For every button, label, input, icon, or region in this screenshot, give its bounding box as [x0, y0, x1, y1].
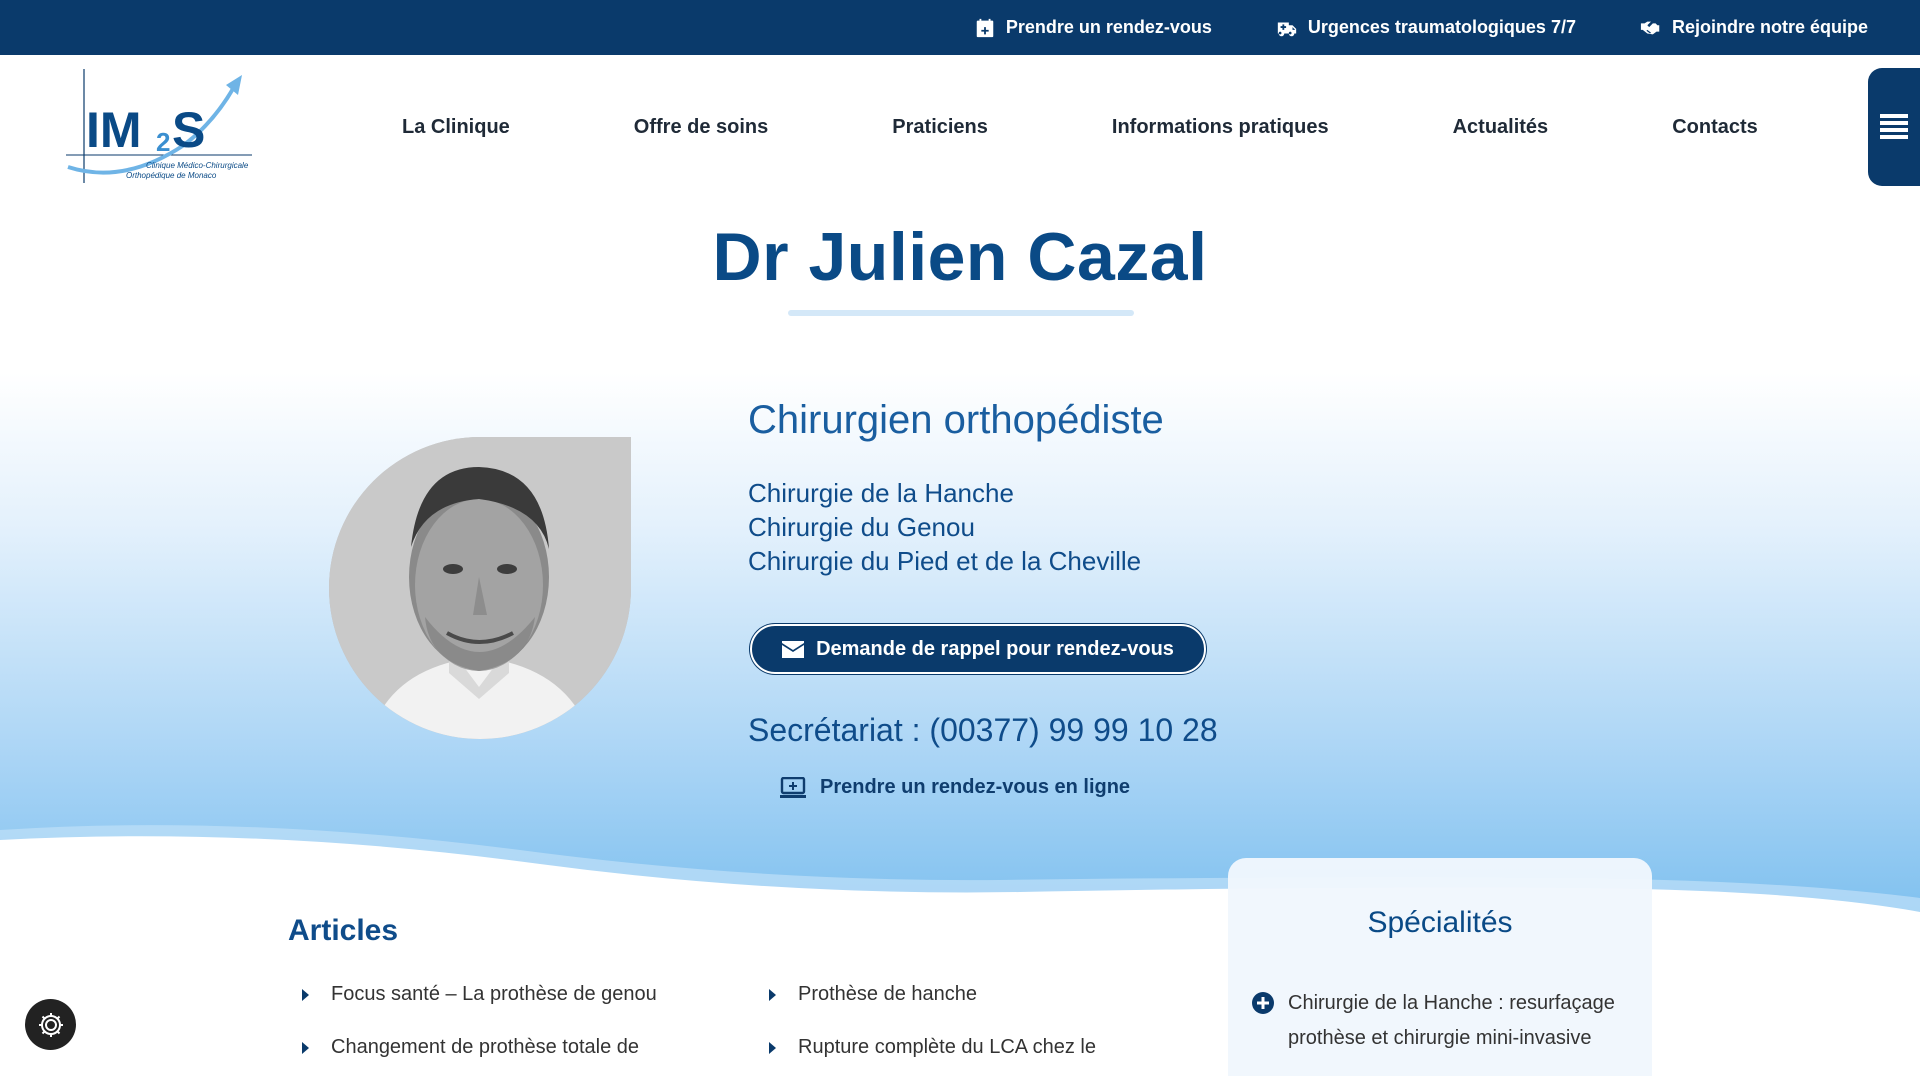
nav-offre-de-soins[interactable]: Offre de soins	[572, 116, 830, 139]
doctor-specialty: Chirurgien orthopédiste	[748, 398, 1164, 442]
top-join-label: Rejoindre notre équipe	[1671, 17, 1868, 37]
article-link[interactable]: Rupture complète du LCA chez le	[755, 1031, 1175, 1064]
article-title: Changement de prothèse totale de	[331, 1036, 639, 1058]
gear-icon	[38, 1012, 63, 1037]
title-underline	[788, 310, 1134, 316]
im2s-logo[interactable]: IM 2 S Clinique Médico-Chirurgicale Orth…	[64, 67, 254, 185]
side-menu-button[interactable]	[1868, 68, 1920, 186]
caret-right-icon	[302, 989, 309, 1001]
specialite-label: Chirurgie de la Hanche : resurfaçage pro…	[1288, 992, 1615, 1049]
secretariat-phone[interactable]: Secrétariat : (00377) 99 99 10 28	[748, 712, 1218, 749]
svg-text:S: S	[172, 102, 205, 158]
nav-informations-pratiques[interactable]: Informations pratiques	[1050, 116, 1391, 139]
doctor-name-title: Dr Julien Cazal	[712, 219, 1208, 295]
specialty-area-item: Chirurgie du Pied et de la Cheville	[748, 546, 1142, 576]
ambulance-icon	[1277, 22, 1297, 36]
article-title: Prothèse de hanche	[798, 983, 978, 1005]
plus-circle-icon	[1252, 992, 1274, 1014]
top-emergency-link[interactable]: Urgences traumatologiques 7/7	[1276, 17, 1576, 39]
svg-text:2: 2	[156, 127, 170, 157]
articles-column-1: Focus santé – La prothèse de genou Chang…	[288, 978, 708, 1076]
calendar-plus-icon	[976, 18, 994, 37]
online-appointment-label: Prendre un rendez-vous en ligne	[820, 776, 1131, 798]
nav-la-clinique[interactable]: La Clinique	[340, 116, 572, 139]
doctor-photo	[329, 437, 631, 739]
top-bar: Prendre un rendez-vous Urgences traumato…	[0, 0, 1920, 55]
caret-right-icon	[302, 1042, 309, 1054]
specialty-areas-list: Chirurgie de la Hanche Chirurgie du Geno…	[748, 476, 1141, 578]
laptop-plus-icon	[780, 776, 806, 798]
specialty-area-item: Chirurgie de la Hanche	[748, 478, 1014, 508]
cookie-settings-button[interactable]	[25, 999, 76, 1050]
article-title: Rupture complète du LCA chez le	[798, 1036, 1096, 1058]
callback-request-label: Demande de rappel pour rendez-vous	[816, 637, 1174, 660]
specialty-area-item: Chirurgie du Genou	[748, 512, 975, 542]
callback-request-button[interactable]: Demande de rappel pour rendez-vous	[750, 624, 1206, 674]
svg-text:Orthopédique de Monaco: Orthopédique de Monaco	[126, 171, 217, 180]
nav-praticiens[interactable]: Praticiens	[830, 116, 1050, 139]
specialites-card: Spécialités Chirurgie de la Hanche : res…	[1228, 858, 1652, 1076]
top-appointment-link[interactable]: Prendre un rendez-vous	[974, 17, 1212, 39]
article-title: Focus santé – La prothèse de genou	[331, 983, 657, 1005]
main-nav: La Clinique Offre de soins Praticiens In…	[340, 55, 1820, 200]
article-link[interactable]: Prothèse de hanche	[755, 978, 1175, 1011]
hamburger-icon	[1880, 114, 1908, 139]
articles-heading: Articles	[288, 914, 399, 947]
site-header: IM 2 S Clinique Médico-Chirurgicale Orth…	[0, 55, 1920, 200]
caret-right-icon	[769, 1042, 776, 1054]
handshake-icon	[1640, 21, 1660, 34]
envelope-icon	[782, 640, 805, 658]
nav-contacts[interactable]: Contacts	[1610, 116, 1820, 139]
portrait-image	[329, 437, 631, 739]
top-emergency-label: Urgences traumatologiques 7/7	[1307, 17, 1576, 37]
svg-text:Clinique Médico-Chirurgicale: Clinique Médico-Chirurgicale	[146, 161, 249, 170]
articles-column-2: Prothèse de hanche Rupture complète du L…	[755, 978, 1175, 1076]
top-join-link[interactable]: Rejoindre notre équipe	[1640, 17, 1868, 39]
specialite-item[interactable]: Chirurgie de la Hanche : resurfaçage pro…	[1252, 986, 1628, 1056]
specialites-heading: Spécialités	[1367, 906, 1513, 939]
online-appointment-link[interactable]: Prendre un rendez-vous en ligne	[780, 776, 1130, 799]
article-link[interactable]: Focus santé – La prothèse de genou	[288, 978, 708, 1011]
article-link[interactable]: Changement de prothèse totale de	[288, 1031, 708, 1064]
caret-right-icon	[769, 989, 776, 1001]
nav-actualites[interactable]: Actualités	[1391, 116, 1611, 139]
svg-text:IM: IM	[86, 102, 142, 158]
top-appointment-label: Prendre un rendez-vous	[1005, 17, 1212, 37]
